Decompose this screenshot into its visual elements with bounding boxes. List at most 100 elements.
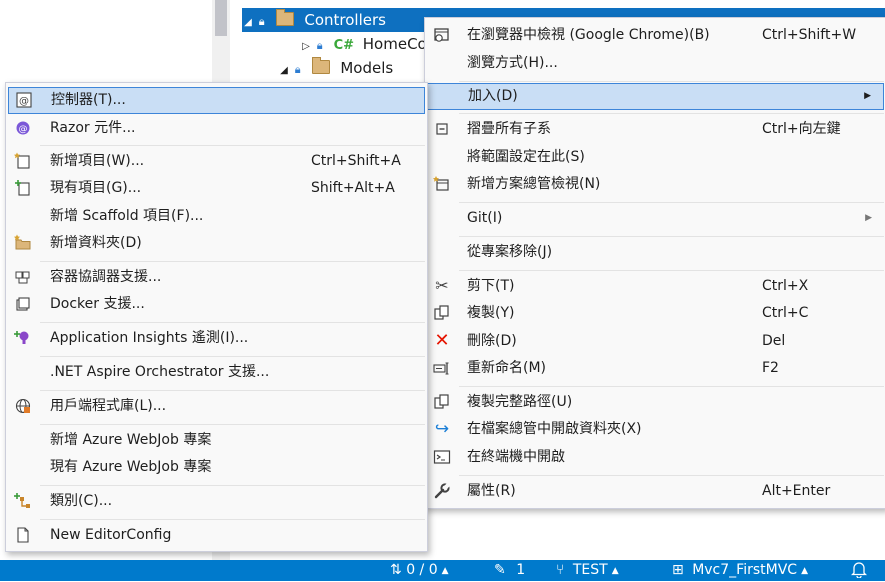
sync-status[interactable]: ⇅ 0 / 0 ▲ bbox=[390, 560, 449, 581]
repository-selector[interactable]: ⊞ Mvc7_FirstMVC ▲ bbox=[672, 560, 808, 581]
editorconfig-icon bbox=[14, 526, 32, 544]
menu-item-existing-item[interactable]: 現有項目(G)... Shift+Alt+A bbox=[8, 175, 425, 202]
menu-separator bbox=[459, 475, 884, 476]
menu-item-new-folder[interactable]: 新增資料夾(D) bbox=[8, 230, 425, 257]
menu-separator bbox=[459, 202, 884, 203]
menu-separator bbox=[459, 113, 884, 114]
menu-item-scope-to-this[interactable]: 將範圍設定在此(S) bbox=[427, 144, 884, 171]
menu-item-razor-component[interactable]: @ Razor 元件... bbox=[8, 115, 425, 142]
solution-explorer-context-menu: 在瀏覽器中檢視 (Google Chrome)(B) Ctrl+Shift+W … bbox=[424, 17, 885, 509]
menu-item-aspire-orchestrator[interactable]: .NET Aspire Orchestrator 支援... bbox=[8, 359, 425, 386]
menu-separator bbox=[459, 270, 884, 271]
repository-icon: ⊞ bbox=[672, 562, 684, 578]
new-folder-icon bbox=[14, 234, 32, 252]
scrollbar-thumb[interactable] bbox=[215, 0, 227, 36]
menu-separator bbox=[459, 386, 884, 387]
caret-up-icon: ▲ bbox=[441, 566, 449, 576]
menu-item-new-explorer-view[interactable]: 新增方案總管檢視(N) bbox=[427, 171, 884, 198]
menu-item-rename[interactable]: 重新命名(M) F2 bbox=[427, 355, 884, 382]
browser-view-icon bbox=[433, 26, 451, 44]
menu-item-open-in-terminal[interactable]: 在終端機中開啟 bbox=[427, 444, 884, 471]
copy-path-icon bbox=[433, 393, 451, 411]
controller-icon: @ bbox=[15, 91, 33, 109]
menu-item-application-insights[interactable]: Application Insights 遙測(I)... bbox=[8, 325, 425, 352]
caret-up-icon: ▲ bbox=[611, 566, 619, 576]
docker-icon bbox=[14, 295, 32, 313]
menu-separator bbox=[40, 322, 425, 323]
menu-item-view-in-browser[interactable]: 在瀏覽器中檢視 (Google Chrome)(B) Ctrl+Shift+W bbox=[427, 22, 884, 49]
rename-icon bbox=[433, 359, 451, 377]
expanded-arrow-icon[interactable]: ◢ bbox=[242, 11, 254, 35]
tree-item-label: Controllers bbox=[304, 11, 386, 29]
terminal-icon bbox=[433, 448, 451, 466]
lock-icon: 🔒︎ bbox=[316, 39, 323, 52]
menu-item-new-editorconfig[interactable]: New EditorConfig bbox=[8, 522, 425, 549]
notifications-bell-icon[interactable] bbox=[850, 560, 868, 581]
new-explorer-view-icon bbox=[433, 175, 451, 193]
app-insights-icon bbox=[14, 329, 32, 347]
menu-item-cut[interactable]: ✂ 剪下(T) Ctrl+X bbox=[427, 273, 884, 300]
menu-item-new-scaffold-item[interactable]: 新增 Scaffold 項目(F)... bbox=[8, 203, 425, 230]
menu-item-properties[interactable]: 屬性(R) Alt+Enter bbox=[427, 478, 884, 505]
container-orchestrator-icon bbox=[14, 268, 32, 286]
client-library-icon bbox=[14, 397, 32, 415]
svg-text:@: @ bbox=[19, 96, 29, 107]
csharp-file-icon: C# bbox=[333, 38, 354, 53]
folder-icon bbox=[311, 57, 330, 74]
folder-icon bbox=[275, 9, 294, 26]
menu-item-open-in-file-explorer[interactable]: ↪ 在檔案總管中開啟資料夾(X) bbox=[427, 416, 884, 443]
menu-item-add[interactable]: 加入(D) ▶ bbox=[427, 83, 884, 110]
pencil-icon: ✎ bbox=[494, 562, 506, 578]
tree-item-label: Models bbox=[340, 59, 394, 77]
status-bar: ⇅ 0 / 0 ▲ ✎ 1 ⑂ TEST ▲ ⊞ Mvc7_FirstMVC ▲ bbox=[0, 560, 885, 581]
menu-separator bbox=[40, 424, 425, 425]
menu-separator bbox=[459, 236, 884, 237]
lock-icon: 🔒︎ bbox=[294, 63, 301, 76]
menu-item-client-library[interactable]: 用戶端程式庫(L)... bbox=[8, 393, 425, 420]
menu-separator bbox=[40, 390, 425, 391]
menu-item-delete[interactable]: ✕ 刪除(D) Del bbox=[427, 328, 884, 355]
wrench-icon bbox=[433, 482, 451, 500]
menu-item-collapse-all[interactable]: 摺疊所有子系 Ctrl+向左鍵 bbox=[427, 116, 884, 143]
existing-item-icon bbox=[14, 179, 32, 197]
menu-item-controller[interactable]: @ 控制器(T)... bbox=[8, 87, 425, 114]
menu-item-container-orchestrator[interactable]: 容器協調器支援... bbox=[8, 264, 425, 291]
razor-component-icon: @ bbox=[14, 119, 32, 137]
menu-separator bbox=[40, 485, 425, 486]
svg-text:@: @ bbox=[19, 125, 28, 135]
menu-separator bbox=[40, 261, 425, 262]
menu-separator bbox=[40, 356, 425, 357]
submenu-arrow-icon: ▶ bbox=[864, 91, 871, 101]
git-branch[interactable]: ⑂ TEST ▲ bbox=[556, 560, 619, 581]
menu-separator bbox=[40, 519, 425, 520]
new-item-icon bbox=[14, 152, 32, 170]
menu-item-class[interactable]: 類別(C)... bbox=[8, 488, 425, 515]
menu-item-git[interactable]: Git(I) ▶ bbox=[427, 205, 884, 232]
caret-up-icon: ▲ bbox=[801, 566, 808, 576]
menu-separator bbox=[40, 145, 425, 146]
menu-item-copy[interactable]: 複製(Y) Ctrl+C bbox=[427, 300, 884, 327]
add-submenu: @ 控制器(T)... @ Razor 元件... 新增項目(W)... Ctr… bbox=[5, 82, 428, 552]
menu-item-browse-with[interactable]: 瀏覽方式(H)... bbox=[427, 50, 884, 77]
tree-item-models[interactable]: ◢ 🔒︎ Models bbox=[278, 56, 393, 80]
menu-item-remove-from-project[interactable]: 從專案移除(J) bbox=[427, 239, 884, 266]
pending-edits[interactable]: ✎ 1 bbox=[494, 560, 525, 581]
expanded-arrow-icon[interactable]: ◢ bbox=[278, 59, 290, 83]
branch-icon: ⑂ bbox=[556, 562, 565, 578]
menu-item-docker-support[interactable]: Docker 支援... bbox=[8, 291, 425, 318]
collapse-all-icon bbox=[433, 120, 451, 138]
tree-item-label: HomeCor bbox=[362, 35, 433, 53]
menu-separator bbox=[459, 81, 884, 82]
sync-arrows-icon: ⇅ bbox=[390, 562, 402, 578]
tree-item-homecontroller[interactable]: ▷ 🔒︎ C# HomeCor bbox=[300, 32, 433, 56]
open-folder-arrow-icon: ↪ bbox=[434, 419, 450, 439]
copy-icon bbox=[433, 304, 451, 322]
menu-item-copy-full-path[interactable]: 複製完整路徑(U) bbox=[427, 389, 884, 416]
scissors-icon: ✂ bbox=[435, 276, 449, 295]
delete-icon: ✕ bbox=[434, 330, 450, 351]
menu-item-new-azure-webjob[interactable]: 新增 Azure WebJob 專案 bbox=[8, 427, 425, 454]
menu-item-new-item[interactable]: 新增項目(W)... Ctrl+Shift+A bbox=[8, 148, 425, 175]
menu-item-existing-azure-webjob[interactable]: 現有 Azure WebJob 專案 bbox=[8, 454, 425, 481]
submenu-arrow-icon: ▶ bbox=[865, 213, 872, 223]
lock-icon: 🔒︎ bbox=[258, 15, 265, 28]
